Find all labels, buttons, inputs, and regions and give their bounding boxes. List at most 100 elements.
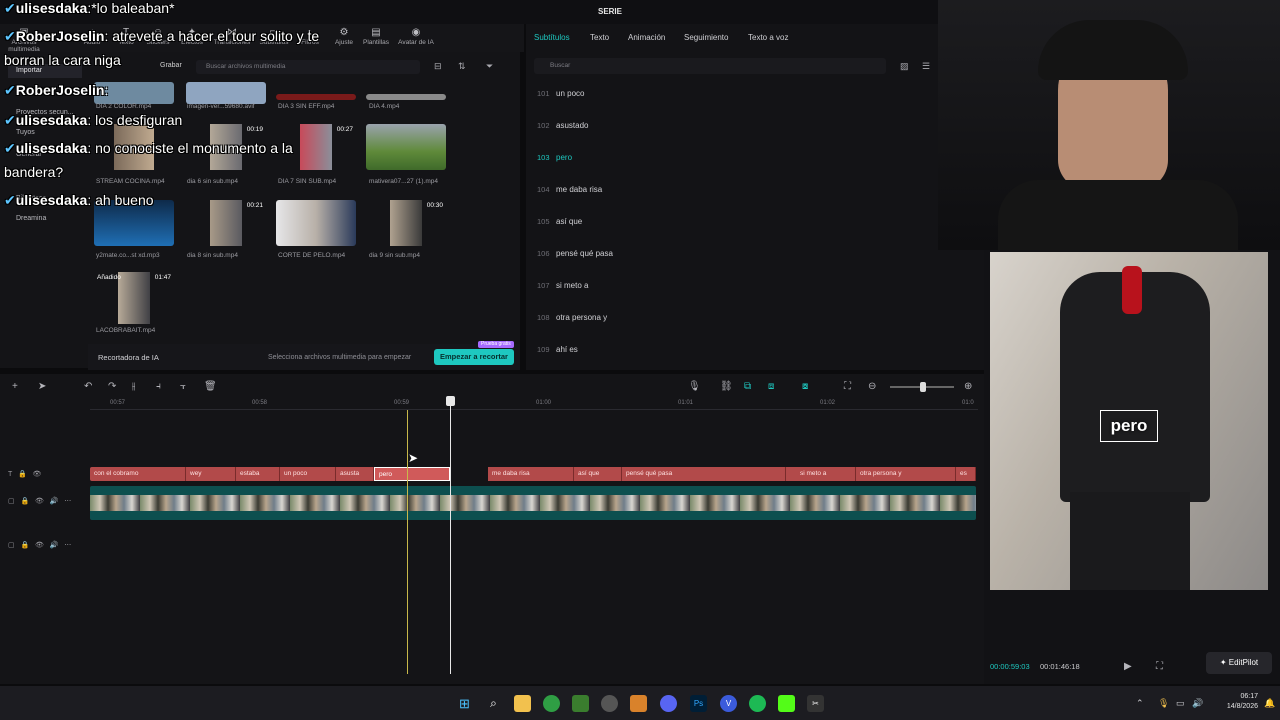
- play-icon[interactable]: ▶: [1124, 661, 1132, 672]
- magnet-icon[interactable]: ⧉: [744, 381, 751, 392]
- mic-tray-icon[interactable]: 🎙: [1158, 698, 1169, 709]
- zoom-slider[interactable]: [890, 382, 954, 392]
- subtitle-search-input[interactable]: Buscar: [534, 58, 886, 74]
- notification-icon[interactable]: 🔔: [1264, 698, 1275, 709]
- subtitle-text[interactable]: un poco: [556, 89, 584, 98]
- tab-animacion[interactable]: Animación: [628, 33, 665, 42]
- image-icon[interactable]: ▨: [900, 61, 909, 72]
- chrome-icon[interactable]: [543, 695, 560, 712]
- select-tool-icon[interactable]: ➤: [38, 381, 46, 392]
- fl-studio-icon[interactable]: [630, 695, 647, 712]
- caption-clip[interactable]: estaba: [236, 467, 280, 481]
- subtitle-text[interactable]: así que: [556, 217, 582, 226]
- caption-clip[interactable]: es: [956, 467, 976, 481]
- media-thumb[interactable]: [276, 94, 356, 100]
- vegas-icon[interactable]: V: [720, 695, 737, 712]
- video-track-controls[interactable]: ▢ 🔒 👁 🔊 ⋯: [8, 497, 71, 505]
- fullscreen-icon[interactable]: ⛶: [1156, 661, 1163, 672]
- media-thumb[interactable]: 00:30: [366, 200, 446, 246]
- redo-icon[interactable]: ↷: [108, 381, 116, 392]
- subtitle-text[interactable]: si meto a: [556, 281, 588, 290]
- kick-icon[interactable]: [778, 695, 795, 712]
- playhead-handle[interactable]: [446, 396, 455, 406]
- chat-user: ulisesdaka: [15, 112, 88, 128]
- discord-icon[interactable]: [660, 695, 677, 712]
- media-thumb[interactable]: [186, 82, 266, 104]
- media-thumb[interactable]: [366, 94, 446, 100]
- subtitle-text[interactable]: ahí es: [556, 345, 578, 354]
- subtitle-text[interactable]: pero: [556, 153, 572, 162]
- tab-subtitulos[interactable]: Subtítulos: [534, 33, 570, 42]
- media-name: CORTE DE PELO.mp4: [278, 252, 346, 259]
- view-toggle-icon[interactable]: ⊟: [434, 61, 442, 72]
- tab-seguimiento[interactable]: Seguimiento: [684, 33, 728, 42]
- fit-icon[interactable]: ⛶: [844, 381, 851, 392]
- media-thumb[interactable]: 00:21: [186, 200, 266, 246]
- caption-clip[interactable]: wey: [186, 467, 236, 481]
- caption-clip[interactable]: asusta: [336, 467, 374, 481]
- capcut-icon[interactable]: ✂: [807, 695, 824, 712]
- add-track-icon[interactable]: +: [12, 381, 18, 392]
- caption-clip[interactable]: un poco: [280, 467, 336, 481]
- caption-clip[interactable]: si meto a: [796, 467, 856, 481]
- system-clock[interactable]: 06:17 14/8/2026: [1208, 692, 1258, 712]
- video-track[interactable]: [90, 486, 976, 520]
- taskbar: ⊞ ⌕ Ps V ✂: [0, 686, 1280, 720]
- caption-track-controls[interactable]: T 🔒 👁: [8, 470, 41, 478]
- start-trim-button[interactable]: Empezar a recortar: [434, 349, 514, 365]
- media-thumb[interactable]: [276, 200, 356, 246]
- timeline-ruler[interactable]: 00:57 00:58 00:59 01:00 01:01 01:02 01:0: [90, 396, 978, 410]
- nav-dreamina[interactable]: Dreamina: [8, 212, 82, 226]
- tab-texto-a-voz[interactable]: Texto a voz: [748, 33, 788, 42]
- microphone-icon[interactable]: 🎙: [688, 381, 701, 392]
- zoom-slider-handle[interactable]: [920, 382, 926, 392]
- preview-axis-icon[interactable]: ⧇: [802, 381, 808, 392]
- subtitle-text[interactable]: me daba risa: [556, 185, 602, 194]
- caption-clip[interactable]: con el cobramo: [90, 467, 186, 481]
- list-settings-icon[interactable]: ☰: [922, 61, 930, 72]
- caption-clip[interactable]: pensé qué pasa: [622, 467, 786, 481]
- preview-caption[interactable]: pero: [1100, 410, 1158, 442]
- link-icon[interactable]: ⛓: [720, 381, 733, 392]
- file-explorer-icon[interactable]: [514, 695, 531, 712]
- subtitle-text[interactable]: otra persona y: [556, 313, 607, 322]
- caption-clip-selected[interactable]: pero: [374, 467, 450, 481]
- caption-clip[interactable]: otra persona y: [856, 467, 956, 481]
- chevron-up-icon[interactable]: ⌃: [1136, 698, 1144, 709]
- spotify-icon[interactable]: [749, 695, 766, 712]
- subtitle-index: 101: [537, 89, 550, 98]
- playhead[interactable]: [446, 396, 455, 674]
- tab-texto[interactable]: Texto: [590, 33, 609, 42]
- split-right-icon[interactable]: ⫟: [180, 381, 186, 392]
- media-thumb[interactable]: [366, 124, 446, 170]
- delete-icon[interactable]: 🗑: [204, 381, 217, 392]
- audio-track-controls[interactable]: ▢ 🔒 👁 🔊 ⋯: [8, 541, 71, 549]
- split-icon[interactable]: ⫲: [132, 381, 135, 392]
- subtitle-text[interactable]: asustado: [556, 121, 588, 130]
- search-icon[interactable]: ⌕: [485, 695, 502, 712]
- editpilot-button[interactable]: ✦ EditPilot: [1206, 652, 1272, 674]
- filter-icon[interactable]: ⏷: [486, 61, 493, 72]
- subtitle-text[interactable]: pensé qué pasa: [556, 249, 613, 258]
- snap-icon[interactable]: ⧈: [768, 381, 774, 392]
- tool-templates[interactable]: ▤ Plantillas: [354, 26, 398, 50]
- current-time: 00:00:59:03: [990, 662, 1030, 671]
- windows-start-icon[interactable]: ⊞: [456, 695, 473, 712]
- network-icon[interactable]: ▭: [1176, 698, 1185, 709]
- caption-clip[interactable]: así que: [574, 467, 622, 481]
- split-left-icon[interactable]: ⫞: [156, 381, 161, 392]
- record-button[interactable]: Grabar: [160, 62, 182, 69]
- zoom-out-icon[interactable]: ⊖: [868, 381, 876, 392]
- sort-icon[interactable]: ⇅: [458, 61, 466, 72]
- undo-icon[interactable]: ↶: [84, 381, 92, 392]
- zoom-in-icon[interactable]: ⊕: [964, 381, 972, 392]
- caption-clip[interactable]: me daba risa: [488, 467, 574, 481]
- tool-avatar[interactable]: ◉ Avatar de IA: [394, 26, 438, 50]
- minecraft-icon[interactable]: [572, 695, 589, 712]
- photoshop-icon[interactable]: Ps: [690, 695, 707, 712]
- obs-icon[interactable]: [601, 695, 618, 712]
- media-search-input[interactable]: Buscar archivos multimedia: [196, 60, 420, 74]
- subtitle-index: 102: [537, 121, 550, 130]
- volume-icon[interactable]: 🔊: [1192, 698, 1203, 709]
- media-thumb[interactable]: Añadido 01:47: [94, 272, 174, 324]
